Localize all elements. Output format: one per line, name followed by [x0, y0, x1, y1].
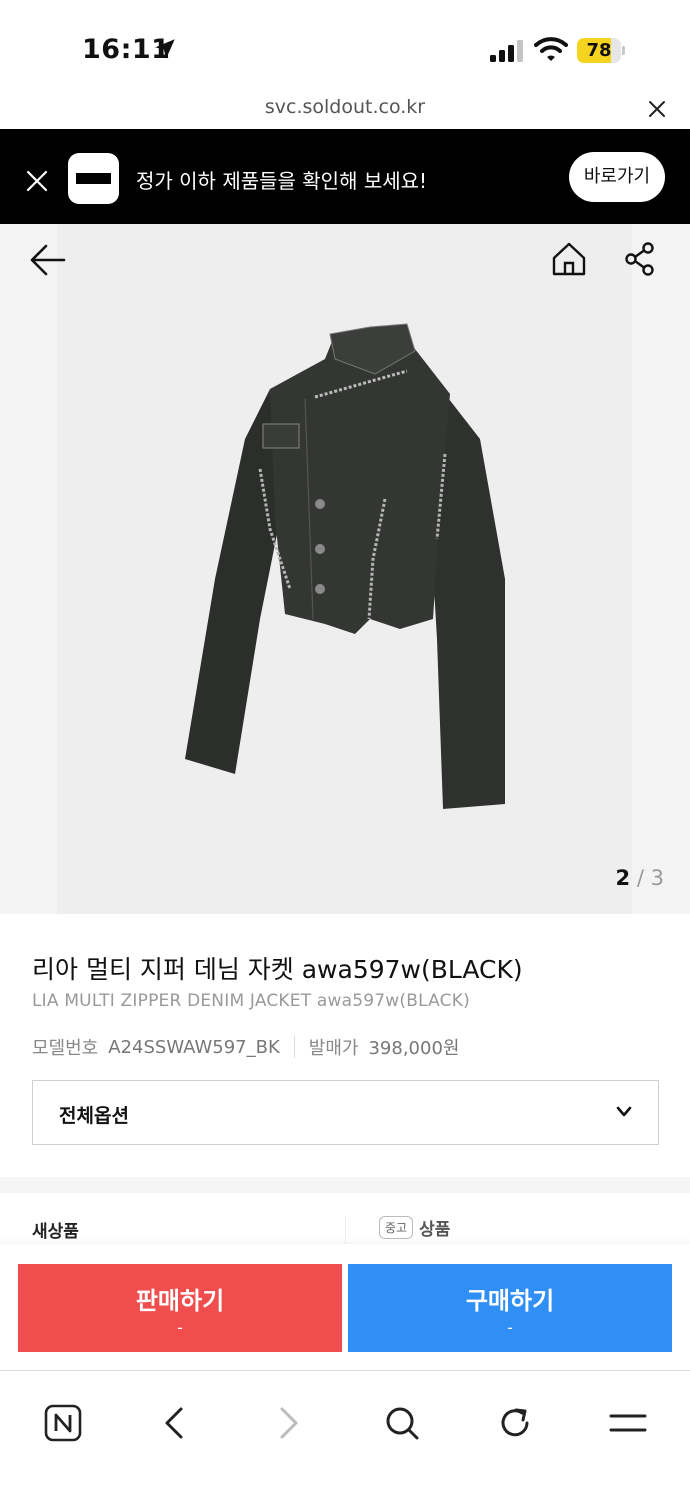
- condition-new[interactable]: 새상품: [32, 1217, 79, 1242]
- pager-total: 3: [650, 866, 664, 890]
- action-bar: 판매하기 - 구매하기 -: [0, 1244, 690, 1370]
- buy-label: 구매하기: [465, 1287, 555, 1315]
- product-gallery[interactable]: 2 / 3: [0, 224, 690, 914]
- home-icon[interactable]: [551, 241, 587, 277]
- battery-indicator: 78: [577, 38, 625, 63]
- url-bar[interactable]: svc.soldout.co.kr: [0, 92, 690, 129]
- close-icon[interactable]: [648, 100, 666, 118]
- option-selected: 전체옵션: [59, 1105, 129, 1127]
- sell-button[interactable]: 판매하기 -: [18, 1264, 342, 1352]
- buy-price: -: [507, 1318, 513, 1337]
- browser-toolbar: [0, 1370, 690, 1500]
- condition-row: 새상품 중고 상품: [0, 1193, 690, 1248]
- signal-icon: [490, 40, 523, 62]
- status-bar: 16:11 78: [0, 0, 690, 92]
- wifi-icon: [534, 37, 568, 61]
- banner-text: 정가 이하 제품들을 확인해 보세요!: [136, 169, 428, 193]
- back-icon[interactable]: [155, 1404, 195, 1442]
- banner-go-button[interactable]: 바로가기: [569, 152, 665, 202]
- forward-icon[interactable]: [268, 1404, 308, 1442]
- promo-banner: 정가 이하 제품들을 확인해 보세요! 바로가기: [0, 129, 690, 224]
- model-label: 모델번호: [32, 1038, 99, 1059]
- product-subtitle: LIA MULTI ZIPPER DENIM JACKET awa597w(BL…: [32, 991, 470, 1011]
- location-arrow-icon: [155, 39, 175, 59]
- share-icon[interactable]: [624, 242, 656, 276]
- battery-percent: 78: [586, 40, 612, 61]
- pager-separator: /: [636, 866, 644, 890]
- product-image: [185, 323, 505, 809]
- pager-current: 2: [615, 866, 631, 890]
- meta-divider: [293, 1036, 295, 1058]
- gallery-pager: 2 / 3: [616, 866, 664, 890]
- condition-used[interactable]: 중고 상품: [379, 1215, 450, 1240]
- sell-label: 판매하기: [135, 1287, 225, 1315]
- option-select[interactable]: 전체옵션: [32, 1080, 659, 1145]
- release-label: 발매가: [308, 1038, 359, 1059]
- release-value: 398,000원: [368, 1038, 460, 1059]
- condition-divider: [345, 1217, 346, 1247]
- refresh-icon[interactable]: [495, 1404, 535, 1442]
- url-text[interactable]: svc.soldout.co.kr: [0, 96, 690, 118]
- menu-icon[interactable]: [608, 1404, 648, 1442]
- buy-button[interactable]: 구매하기 -: [348, 1264, 672, 1352]
- product-meta: 모델번호 A24SSWAW597_BK 발매가 398,000원: [32, 1034, 459, 1060]
- back-arrow-icon[interactable]: [30, 242, 66, 278]
- chevron-down-icon: [616, 1106, 632, 1117]
- app-logo: [68, 153, 119, 204]
- section-divider: [0, 1177, 690, 1193]
- close-icon[interactable]: [26, 170, 48, 192]
- model-value: A24SSWAW597_BK: [108, 1036, 280, 1058]
- used-label: 상품: [419, 1220, 451, 1240]
- sell-price: -: [177, 1318, 183, 1337]
- product-title: 리아 멀티 지퍼 데님 자켓 awa597w(BLACK): [32, 955, 523, 984]
- search-icon[interactable]: [382, 1404, 422, 1442]
- naver-icon[interactable]: [43, 1404, 83, 1442]
- used-badge: 중고: [379, 1216, 414, 1239]
